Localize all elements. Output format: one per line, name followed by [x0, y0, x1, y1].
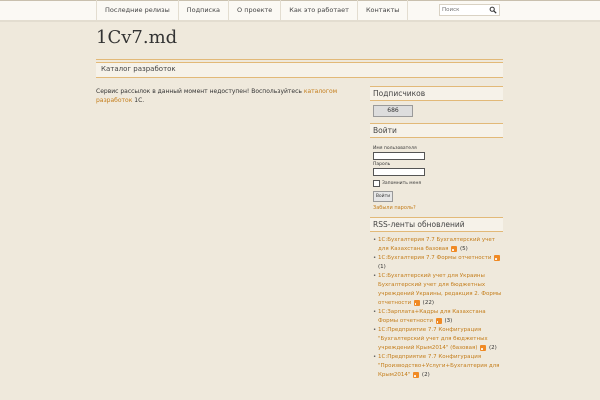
- rss-link[interactable]: 1С:Предприятие 7.7 Конфигурация "Произво…: [378, 354, 500, 378]
- password-label: Пароль: [373, 162, 391, 167]
- main-message: Сервис рассылок в данный момент недоступ…: [96, 87, 366, 105]
- rss-count: (5): [460, 246, 468, 252]
- remember-me-checkbox[interactable]: [373, 180, 380, 187]
- rss-link[interactable]: 1С:Предприятие 7.7 Конфигурация "Бухгалт…: [378, 327, 488, 351]
- login-form: Имя пользователя Пароль Запомнить меня В…: [370, 138, 503, 217]
- search-icon[interactable]: [489, 6, 497, 14]
- message-suffix: 1С.: [134, 97, 145, 104]
- subscribers-title: Подписчиков: [370, 86, 503, 101]
- nav-latest-releases[interactable]: Последние релизы: [96, 0, 179, 20]
- rss-icon[interactable]: [480, 344, 487, 351]
- nav-subscription[interactable]: Подписка: [179, 0, 230, 20]
- subscribers-counter: 686: [373, 105, 413, 117]
- password-field[interactable]: [373, 168, 425, 176]
- nav-how-it-works[interactable]: Как это работает: [281, 0, 358, 20]
- remember-me-label: Запомнить меня: [382, 181, 422, 186]
- rss-title: RSS-ленты обновлений: [370, 217, 503, 232]
- rss-icon[interactable]: [451, 245, 458, 252]
- unavailable-message: Сервис рассылок в данный момент недоступ…: [96, 88, 302, 95]
- rss-icon[interactable]: [494, 254, 501, 261]
- login-button[interactable]: Войти: [373, 191, 393, 202]
- rss-count: (2): [421, 372, 430, 378]
- rss-icon[interactable]: [413, 299, 420, 306]
- list-item: 1С:Бухгалтерский учет для Украины Бухгал…: [373, 272, 503, 308]
- rss-link[interactable]: 1С:Зарплата+Кадры для Казахстана Формы о…: [378, 309, 486, 324]
- main-nav: Последние релизы Подписка О проекте Как …: [96, 0, 409, 20]
- rss-link[interactable]: 1С:Бухгалтерия 7.7 Бухгалтерский учет дл…: [378, 237, 495, 252]
- breadcrumb: Каталог разработок: [96, 62, 503, 78]
- rss-count: (1): [378, 264, 386, 270]
- breadcrumb-label: Каталог разработок: [101, 65, 176, 73]
- nav-about[interactable]: О проекте: [229, 0, 282, 20]
- rss-link[interactable]: 1С:Бухгалтерский учет для Украины Бухгал…: [378, 273, 501, 306]
- rss-link[interactable]: 1С:Бухгалтерия 7.7 Формы отчетности: [378, 255, 491, 261]
- rss-count: (22): [422, 300, 434, 306]
- nav-contacts[interactable]: Контакты: [358, 0, 409, 20]
- list-item: 1С:Зарплата+Кадры для Казахстана Формы о…: [373, 308, 503, 326]
- list-item: 1С:Предприятие 7.7 Конфигурация "Произво…: [373, 353, 503, 380]
- forgot-password-link[interactable]: Забыли пароль?: [373, 205, 503, 211]
- remember-me: Запомнить меня: [373, 180, 503, 187]
- search-input[interactable]: [442, 5, 488, 15]
- site-title[interactable]: 1Cv7.md: [96, 27, 177, 48]
- rss-icon[interactable]: [413, 371, 420, 378]
- list-item: 1С:Бухгалтерия 7.7 Формы отчетности (1): [373, 254, 503, 272]
- search-box: [439, 4, 500, 16]
- username-field[interactable]: [373, 152, 425, 160]
- rss-icon[interactable]: [435, 317, 442, 324]
- rss-count: (2): [488, 345, 497, 351]
- rss-count: (3): [444, 318, 453, 324]
- rss-list: 1С:Бухгалтерия 7.7 Бухгалтерский учет дл…: [370, 236, 503, 380]
- sidebar: Подписчиков 686 Войти Имя пользователя П…: [370, 86, 503, 380]
- top-navigation-bar: Последние релизы Подписка О проекте Как …: [0, 0, 600, 22]
- header-divider: [96, 59, 503, 60]
- login-title: Войти: [370, 123, 503, 138]
- username-label: Имя пользователя: [373, 146, 417, 151]
- list-item: 1С:Предприятие 7.7 Конфигурация "Бухгалт…: [373, 326, 503, 353]
- list-item: 1С:Бухгалтерия 7.7 Бухгалтерский учет дл…: [373, 236, 503, 254]
